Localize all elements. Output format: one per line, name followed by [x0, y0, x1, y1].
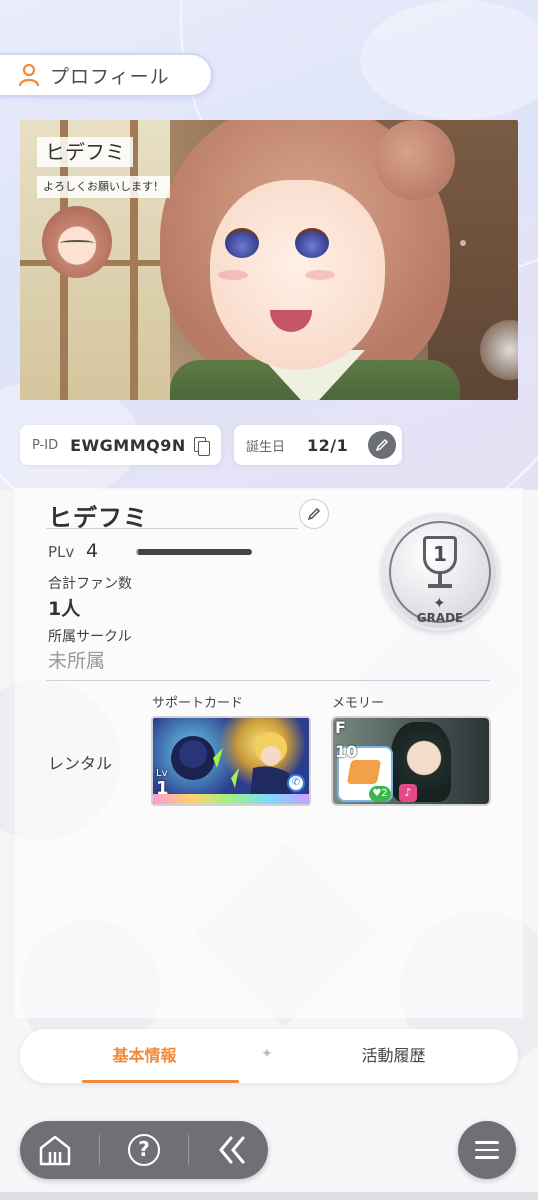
page-title: プロフィール	[50, 65, 170, 88]
menu-icon	[475, 1141, 499, 1144]
profile-header-tab: プロフィール	[0, 53, 213, 97]
memory-rank: F	[335, 718, 346, 737]
character-eye-left	[225, 228, 259, 258]
home-icon	[39, 1135, 70, 1166]
banner-comment: よろしくお願いします！	[37, 176, 170, 198]
plv-label: PLv	[48, 543, 75, 561]
plv-progress-fill	[136, 549, 139, 555]
chibi-character-icon	[42, 206, 112, 278]
sparkle	[460, 240, 466, 246]
pencil-icon	[307, 507, 321, 521]
pid-value: EWGMMQ9N	[70, 435, 186, 455]
birthday-pill: 誕生日 12/1	[234, 425, 402, 465]
tab-activity-history[interactable]: 活動履歴	[269, 1029, 518, 1083]
section-divider	[46, 680, 490, 681]
grade-number: 1	[433, 542, 447, 566]
grade-text: GRADE	[416, 611, 464, 625]
menu-button[interactable]	[458, 1121, 516, 1179]
tab-separator-icon: ✦	[261, 1046, 273, 1062]
back-button[interactable]	[208, 1125, 258, 1175]
support-card-art	[171, 732, 293, 804]
microphone-icon: ♪	[399, 784, 417, 802]
memory-level: 10	[335, 742, 358, 761]
pencil-icon	[375, 438, 389, 452]
trophy-icon: 1	[423, 536, 457, 574]
bottom-nav: ?	[20, 1121, 268, 1179]
profile-banner[interactable]: ヒデフミ よろしくお願いします！	[20, 120, 518, 400]
character-hair-bun	[375, 120, 455, 200]
fans-value: 1人	[48, 598, 81, 620]
rental-support-card[interactable]: Lv 1 ✆	[151, 716, 311, 806]
memory-heart-badge: ♥2	[369, 786, 391, 802]
name-underline	[46, 528, 298, 529]
fans-label: 合計ファン数	[48, 576, 132, 592]
plv-progress-bar	[136, 549, 252, 555]
memory-label: メモリー	[332, 696, 385, 711]
player-id-pill: P-ID EWGMMQ9N	[20, 425, 221, 465]
tab-basic-info[interactable]: 基本情報	[20, 1029, 269, 1083]
back-icon	[219, 1136, 245, 1164]
birthday-value: 12/1	[307, 435, 349, 455]
plv-value: 4	[86, 540, 99, 562]
bottom-strip	[0, 1192, 538, 1200]
support-card-label: サポートカード	[152, 696, 244, 711]
pid-label: P-ID	[32, 437, 59, 453]
home-button[interactable]	[30, 1125, 80, 1175]
circle-value: 未所属	[48, 650, 106, 672]
rental-memory-card[interactable]: F 10 ♥2 ♪	[331, 716, 491, 806]
circle-label: 所属サークル	[48, 629, 132, 645]
birthday-label: 誕生日	[246, 439, 286, 455]
person-icon	[18, 63, 40, 87]
edit-birthday-button[interactable]	[368, 431, 396, 459]
character-cheek	[218, 270, 248, 280]
sparkle-icon: ✦	[433, 594, 446, 612]
support-type-icon: ✆	[287, 774, 305, 792]
grade-badge[interactable]: 1 ✦ GRADE	[381, 513, 499, 631]
banner-player-name: ヒデフミ	[37, 137, 133, 167]
edit-name-button[interactable]	[299, 499, 329, 529]
character-cheek	[305, 270, 335, 280]
rental-label: レンタル	[48, 754, 113, 773]
character-eye-right	[295, 228, 329, 258]
copy-icon[interactable]	[192, 435, 210, 456]
help-button[interactable]: ?	[119, 1125, 169, 1175]
help-icon: ?	[127, 1134, 160, 1166]
